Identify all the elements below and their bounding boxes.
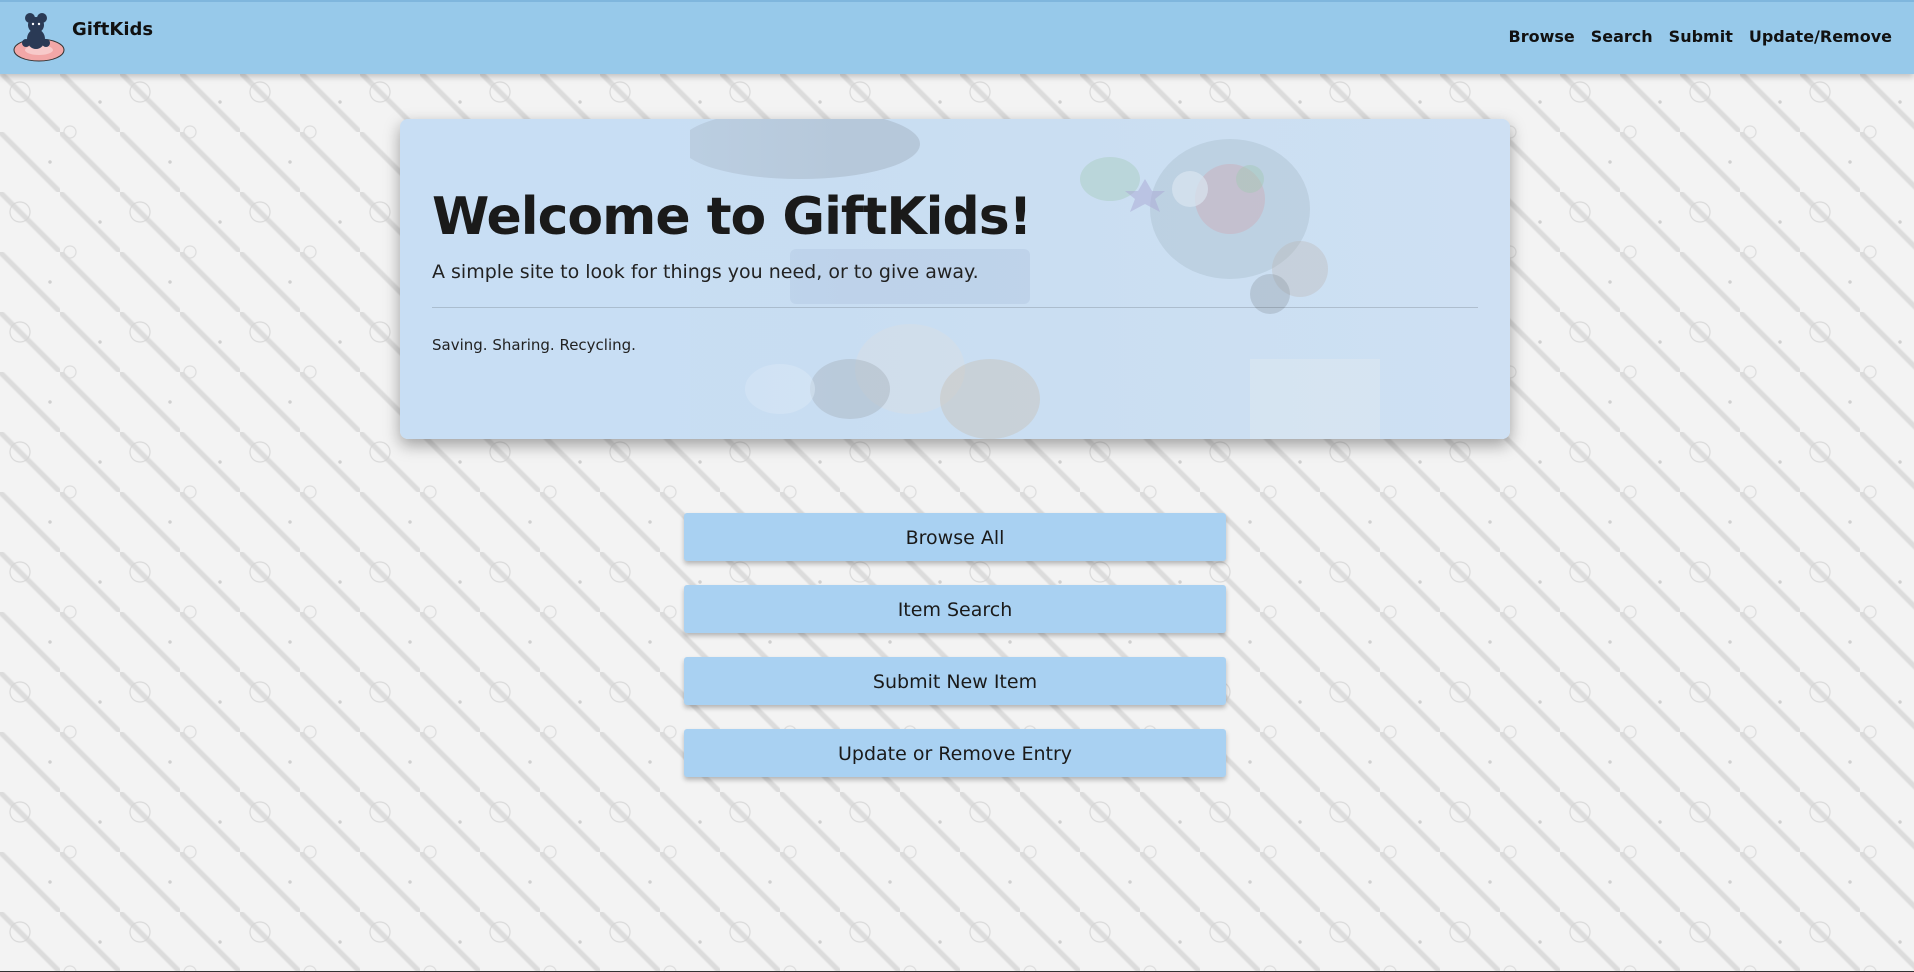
- submit-new-item-button[interactable]: Submit New Item: [684, 657, 1226, 705]
- hero-tagline: Saving. Sharing. Recycling.: [432, 336, 636, 354]
- browse-all-button[interactable]: Browse All: [684, 513, 1226, 561]
- hero-content: Welcome to GiftKids! A simple site to lo…: [432, 187, 1478, 354]
- hero-jumbotron: Welcome to GiftKids! A simple site to lo…: [400, 119, 1510, 439]
- item-search-button[interactable]: Item Search: [684, 585, 1226, 633]
- action-buttons: Browse All Item Search Submit New Item U…: [684, 513, 1226, 801]
- nav-submit-link[interactable]: Submit: [1669, 27, 1733, 46]
- teddy-bear-logo-icon: [12, 12, 66, 62]
- main-nav: Browse Search Submit Update/Remove: [1509, 27, 1893, 46]
- nav-update-remove-link[interactable]: Update/Remove: [1749, 27, 1892, 46]
- nav-search-link[interactable]: Search: [1591, 27, 1653, 46]
- top-navbar: GiftKids Browse Search Submit Update/Rem…: [0, 0, 1914, 74]
- update-remove-entry-button[interactable]: Update or Remove Entry: [684, 729, 1226, 777]
- hero-subtitle: A simple site to look for things you nee…: [432, 261, 979, 283]
- nav-browse-link[interactable]: Browse: [1509, 27, 1575, 46]
- brand[interactable]: GiftKids: [12, 12, 153, 62]
- hero-divider: [432, 307, 1478, 308]
- brand-name: GiftKids: [72, 18, 154, 40]
- hero-title: Welcome to GiftKids!: [432, 187, 1032, 247]
